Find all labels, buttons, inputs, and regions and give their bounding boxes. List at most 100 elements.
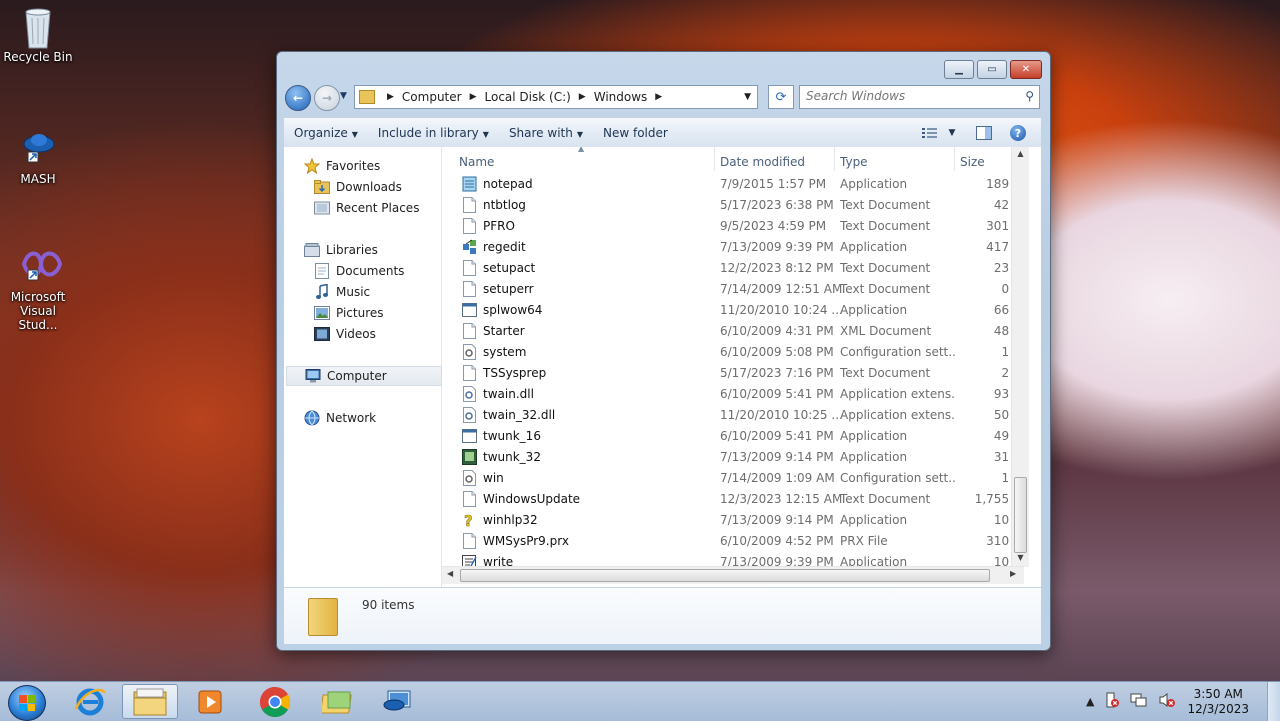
file-row[interactable]: win 7/14/2009 1:09 AM Configuration sett..… <box>442 467 1029 488</box>
folder-icon <box>308 598 338 636</box>
breadcrumb-separator-icon[interactable]: ▶ <box>655 92 662 102</box>
file-name-cell: ? winhlp32 <box>442 511 715 530</box>
media-player-icon <box>198 690 222 713</box>
network-status-icon[interactable] <box>1130 692 1148 711</box>
taskbar-internet-explorer[interactable] <box>62 684 118 719</box>
breadcrumb-separator-icon[interactable]: ▶ <box>387 92 394 102</box>
mash-shortcut-icon <box>18 128 58 168</box>
preview-pane-button[interactable] <box>973 124 995 142</box>
search-input[interactable] <box>800 86 1012 106</box>
file-row[interactable]: PFRO 9/5/2023 4:59 PM Text Document 301 KB <box>442 215 1029 236</box>
file-date: 11/20/2010 10:24 ... <box>720 302 843 317</box>
column-header-date[interactable]: Date modified <box>715 147 835 171</box>
search-box[interactable]: ⚲ <box>799 85 1040 109</box>
horizontal-scrollbar[interactable]: ◀ ▶ <box>442 566 1024 584</box>
minimize-button[interactable]: ▁ <box>944 60 974 79</box>
nav-network[interactable]: Network <box>304 408 376 428</box>
address-history-dropdown[interactable]: ▼ <box>744 92 751 102</box>
close-button[interactable]: ✕ <box>1010 60 1042 79</box>
nav-libraries[interactable]: Libraries <box>304 240 378 260</box>
breadcrumb-local-disk[interactable]: Local Disk (C:) <box>485 90 571 104</box>
taskbar: ▲ 3:50 AM 12/3/2023 <box>0 681 1280 721</box>
file-row[interactable]: notepad 7/9/2015 1:57 PM Application 189 KB <box>442 173 1029 194</box>
file-row[interactable]: WMSysPr9.prx 6/10/2009 4:52 PM PRX File 310… <box>442 530 1029 551</box>
breadcrumb-windows[interactable]: Windows <box>594 90 648 104</box>
action-center-icon[interactable] <box>1104 692 1120 711</box>
file-row[interactable]: ? winhlp32 7/13/2009 9:14 PM Application 10 … <box>442 509 1029 530</box>
desktop-icon-mash[interactable]: MASH <box>0 128 76 186</box>
taskbar-chrome[interactable] <box>247 684 303 719</box>
organize-button[interactable]: Organize ▼ <box>284 126 368 140</box>
breadcrumb-separator-icon[interactable]: ▶ <box>470 92 477 102</box>
file-row[interactable]: system 6/10/2009 5:08 PM Configuration set… <box>442 341 1029 362</box>
address-bar[interactable]: ▶ Computer ▶ Local Disk (C:) ▶ Windows ▶… <box>354 85 758 109</box>
file-row[interactable]: TSSysprep 5/17/2023 7:16 PM Text Document 2… <box>442 362 1029 383</box>
folder-icon <box>322 691 352 713</box>
system-tray: ▲ 3:50 AM 12/3/2023 <box>1081 682 1280 721</box>
file-type: Application <box>840 512 908 527</box>
horizontal-scroll-thumb[interactable] <box>460 569 990 582</box>
view-options-dropdown[interactable]: ▼ <box>947 124 957 142</box>
toolbar-right: ▼ ? <box>913 124 1041 142</box>
taskbar-network-app[interactable] <box>370 684 426 719</box>
column-header-name[interactable]: ▲ Name <box>442 147 715 171</box>
nav-music[interactable]: Music <box>314 282 370 302</box>
include-in-library-button[interactable]: Include in library ▼ <box>368 126 499 140</box>
file-row[interactable]: twain_32.dll 11/20/2010 10:25 ... Applicat… <box>442 404 1029 425</box>
vertical-scrollbar[interactable]: ▲ ▼ <box>1011 147 1029 567</box>
file-row[interactable]: regedit 7/13/2009 9:39 PM Application 417 K… <box>442 236 1029 257</box>
file-row[interactable]: twunk_166/10/2009 5:41 PMApplication49 K… <box>442 425 1029 446</box>
caption-buttons: ▁ ▭ ✕ <box>941 60 1042 79</box>
nav-documents[interactable]: Documents <box>314 261 404 281</box>
change-view-button[interactable] <box>919 124 941 142</box>
file-type: XML Document <box>840 323 932 338</box>
show-hidden-icons-button[interactable]: ▲ <box>1086 695 1094 708</box>
scroll-left-icon[interactable]: ◀ <box>447 569 453 578</box>
text-document-icon <box>462 217 477 234</box>
forward-button[interactable]: → <box>314 85 340 111</box>
explorer-content: Favorites Downloads Recent Places Librar… <box>284 147 1041 587</box>
vertical-scroll-thumb[interactable] <box>1014 477 1027 553</box>
search-icon[interactable]: ⚲ <box>1025 89 1034 103</box>
file-row[interactable]: splwow64 11/20/2010 10:24 ... Application 6… <box>442 299 1029 320</box>
column-header-type[interactable]: Type <box>835 147 955 171</box>
nav-computer[interactable]: Computer <box>286 366 442 386</box>
file-row[interactable]: setupact 12/2/2023 8:12 PM Text Document 23… <box>442 257 1029 278</box>
file-row[interactable]: twain.dll 6/10/2009 5:41 PM Application ex… <box>442 383 1029 404</box>
desktop-icon-visual-studio[interactable]: Microsoft Visual Stud... <box>0 246 76 332</box>
scroll-up-icon[interactable]: ▲ <box>1012 149 1029 158</box>
taskbar-folder[interactable] <box>310 684 366 719</box>
nav-favorites[interactable]: Favorites <box>304 156 380 176</box>
start-button[interactable] <box>8 685 46 721</box>
show-desktop-button[interactable] <box>1267 682 1280 721</box>
share-with-button[interactable]: Share with ▼ <box>499 126 593 140</box>
desktop-icon-recycle-bin[interactable]: Recycle Bin <box>0 6 76 64</box>
refresh-button[interactable]: ⟳ <box>768 85 794 109</box>
breadcrumb-separator-icon[interactable]: ▶ <box>579 92 586 102</box>
scroll-right-icon[interactable]: ▶ <box>1010 569 1016 578</box>
file-row[interactable]: Starter6/10/2009 4:31 PMXML Document48 K… <box>442 320 1029 341</box>
column-headers: ▲ Name Date modified Type Size <box>442 147 1029 171</box>
volume-muted-icon[interactable] <box>1158 692 1176 711</box>
file-name-cell: WMSysPr9.prx <box>442 532 715 549</box>
taskbar-media-player[interactable] <box>182 684 238 719</box>
notepad-icon <box>462 176 477 192</box>
file-row[interactable]: setuperr 7/14/2009 12:51 AM Text Document 0… <box>442 278 1029 299</box>
help-button[interactable]: ? <box>1007 124 1029 142</box>
file-row[interactable]: WindowsUpdate 12/3/2023 12:15 AM Text Docu… <box>442 488 1029 509</box>
taskbar-file-explorer[interactable] <box>122 684 178 719</box>
file-row[interactable]: ntbtlog 5/17/2023 6:38 PM Text Document 42 … <box>442 194 1029 215</box>
nav-downloads[interactable]: Downloads <box>314 177 402 197</box>
scroll-down-icon[interactable]: ▼ <box>1012 553 1029 562</box>
new-folder-button[interactable]: New folder <box>593 126 678 140</box>
file-row[interactable]: twunk_327/13/2009 9:14 PMApplication31 K… <box>442 446 1029 467</box>
breadcrumb-computer[interactable]: Computer <box>402 90 462 104</box>
nav-pictures[interactable]: Pictures <box>314 303 384 323</box>
recent-pages-dropdown[interactable]: ▼ <box>340 91 347 101</box>
nav-videos[interactable]: Videos <box>314 324 376 344</box>
nav-recent-places[interactable]: Recent Places <box>314 198 419 218</box>
clock[interactable]: 3:50 AM 12/3/2023 <box>1187 687 1249 717</box>
back-button[interactable]: ← <box>285 85 311 111</box>
maximize-button[interactable]: ▭ <box>977 60 1007 79</box>
file-name-cell: twunk_32 <box>442 448 715 465</box>
